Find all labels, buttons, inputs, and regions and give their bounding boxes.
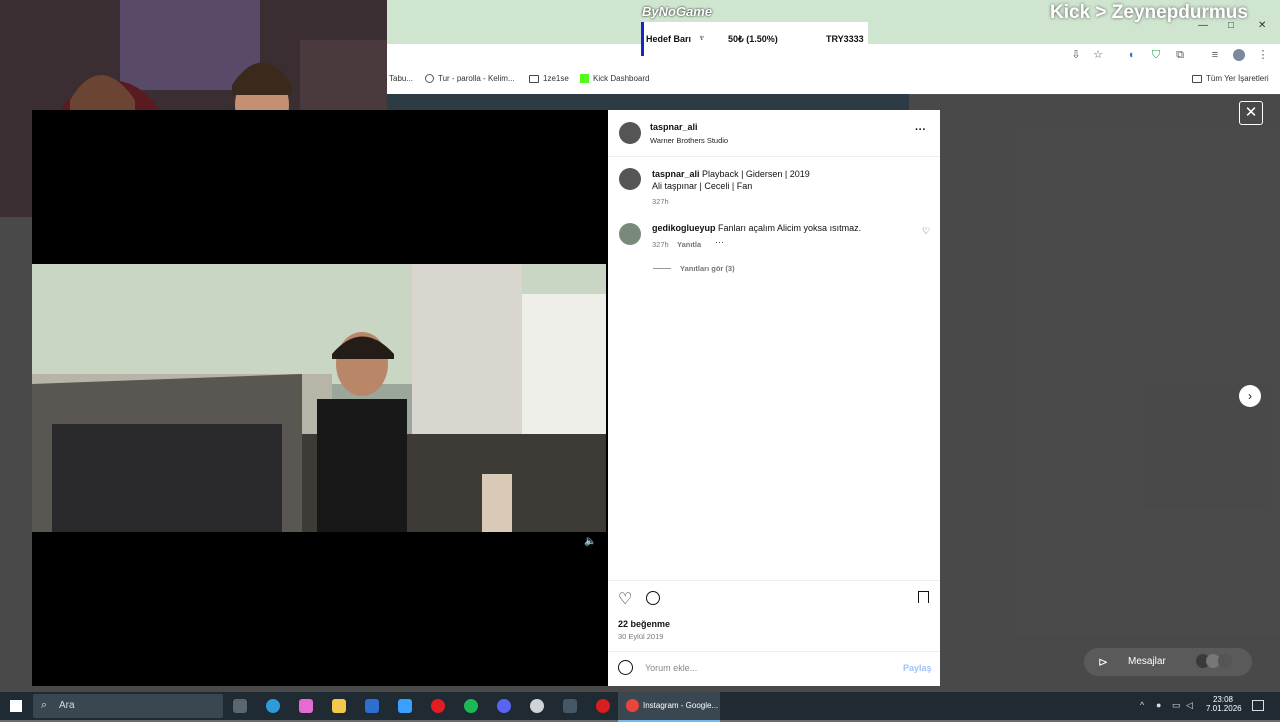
all-bookmarks[interactable]: Tüm Yer İşaretleri bbox=[1192, 74, 1269, 83]
obs-icon[interactable] bbox=[530, 699, 544, 713]
heart-icon[interactable]: ♡ bbox=[922, 226, 930, 237]
send-icon: ⊳ bbox=[1098, 655, 1109, 669]
install-icon[interactable]: ⇩ bbox=[1070, 49, 1082, 61]
chevron-right-icon[interactable]: › bbox=[1239, 385, 1261, 407]
shield-icon[interactable]: ⛉ bbox=[1150, 49, 1162, 61]
search-placeholder: Ara bbox=[59, 700, 75, 711]
close-icon[interactable]: ✕ bbox=[1239, 101, 1263, 125]
divider bbox=[608, 580, 940, 581]
post-details-panel: taspnar_ali Warner Brothers Studio ··· t… bbox=[608, 110, 940, 686]
goal-icon: ♆ bbox=[698, 33, 706, 44]
emoji-icon[interactable] bbox=[618, 660, 633, 675]
volume-icon[interactable]: 🔈 bbox=[584, 536, 596, 547]
taskbar-active-app[interactable]: Instagram - Google... bbox=[618, 692, 720, 722]
avatar bbox=[1218, 654, 1232, 668]
app-icon[interactable] bbox=[563, 699, 577, 713]
post-video[interactable]: ◀) bbox=[32, 264, 606, 532]
folder-icon bbox=[1192, 75, 1202, 83]
windows-start-icon[interactable] bbox=[10, 700, 22, 712]
post-date: 30 Eylül 2019 bbox=[618, 632, 664, 641]
kick-icon bbox=[580, 74, 589, 83]
tray-chevron-icon[interactable]: ^ bbox=[1140, 700, 1144, 710]
folder-icon bbox=[529, 75, 539, 83]
menu-dots-icon[interactable]: ⋮ bbox=[1257, 49, 1269, 61]
divider bbox=[608, 156, 940, 157]
store-icon[interactable] bbox=[398, 699, 412, 713]
media-icon[interactable]: ≡ bbox=[1209, 49, 1221, 61]
bynogame-logo: ByNoGame bbox=[642, 4, 713, 19]
outlook-icon[interactable] bbox=[365, 699, 379, 713]
discord-icon[interactable] bbox=[497, 699, 511, 713]
search-box[interactable]: ⌕ Ara bbox=[33, 694, 223, 718]
comment-input[interactable]: Yorum ekle... bbox=[645, 663, 697, 673]
globe-icon bbox=[425, 74, 434, 83]
file-explorer-icon[interactable] bbox=[332, 699, 346, 713]
caption-line1: Playback | Gidersen | 2019 bbox=[702, 169, 810, 179]
volume-tray-icon[interactable]: ◁ bbox=[1186, 700, 1193, 711]
goal-target: TRY3333 bbox=[826, 34, 864, 44]
puzzle-icon[interactable]: ⧉ bbox=[1174, 49, 1186, 61]
more-options-icon[interactable]: ··· bbox=[915, 124, 926, 136]
extension-sound-icon[interactable]: ◖ bbox=[1125, 49, 1137, 61]
likes-count[interactable]: 22 beğenme bbox=[618, 619, 670, 629]
clock-time: 23:08 bbox=[1212, 695, 1234, 704]
post-location[interactable]: Warner Brothers Studio bbox=[650, 136, 728, 145]
active-app-label: Instagram - Google... bbox=[643, 701, 719, 710]
microphone-icon[interactable]: ● bbox=[1156, 700, 1161, 710]
avatar[interactable] bbox=[619, 122, 641, 144]
like-heart-icon[interactable]: ♡ bbox=[618, 589, 632, 609]
bookmarks-bar: Tabu... Tur - parolla - Kelim... 1ze1se … bbox=[387, 68, 1280, 95]
view-replies-button[interactable]: Yanıtları gör (3) bbox=[680, 264, 735, 273]
chrome-icon bbox=[626, 699, 639, 712]
post-username[interactable]: taspnar_ali bbox=[650, 122, 698, 132]
comment: gedikoglueyup Fanları açalım Alicim yoks… bbox=[652, 223, 892, 233]
comment-text: Fanları açalım Alicim yoksa ısıtmaz. bbox=[718, 223, 862, 233]
close-window-icon[interactable]: ✕ bbox=[1258, 20, 1266, 31]
video-frame bbox=[32, 264, 606, 532]
bookmark-kick-dashboard[interactable]: Kick Dashboard bbox=[580, 74, 649, 83]
clock-date: 7.01.2026 bbox=[1206, 704, 1242, 713]
record-icon[interactable] bbox=[596, 699, 610, 713]
copilot-icon[interactable] bbox=[299, 699, 313, 713]
profile-avatar[interactable] bbox=[1233, 49, 1245, 61]
comment-bubble-icon[interactable] bbox=[646, 591, 660, 605]
notification-icon[interactable] bbox=[1252, 700, 1264, 711]
messages-label: Mesajlar bbox=[1128, 656, 1166, 667]
bookmark-icon[interactable] bbox=[918, 591, 929, 603]
messages-button[interactable]: ⊳ Mesajlar bbox=[1084, 648, 1252, 676]
clock[interactable]: 23:08 7.01.2026 bbox=[1206, 695, 1242, 713]
goal-bar: Hedef Barı ♆ 50₺ (1.50%) TRY3333 bbox=[641, 22, 868, 56]
search-icon: ⌕ bbox=[41, 699, 48, 711]
caption-time: 327h bbox=[652, 197, 669, 206]
bookmark-1ze1se[interactable]: 1ze1se bbox=[529, 74, 569, 83]
avatar[interactable] bbox=[619, 223, 641, 245]
divider bbox=[608, 651, 940, 652]
opera-icon[interactable] bbox=[431, 699, 445, 713]
edge-icon[interactable] bbox=[266, 699, 280, 713]
comment-options-icon[interactable]: ··· bbox=[715, 237, 724, 247]
star-icon[interactable]: ☆ bbox=[1092, 49, 1104, 61]
reply-button[interactable]: Yanıtla bbox=[677, 240, 701, 249]
bookmark-tur-parolla[interactable]: Tur - parolla - Kelim... bbox=[425, 74, 515, 83]
comment-time: 327h bbox=[652, 240, 669, 249]
goal-label: Hedef Barı bbox=[646, 34, 692, 44]
profile-grid-strip bbox=[387, 94, 909, 110]
caption-username[interactable]: taspnar_ali bbox=[652, 169, 700, 179]
share-button[interactable]: Paylaş bbox=[903, 663, 932, 673]
spotify-icon[interactable] bbox=[464, 699, 478, 713]
caption-line2: Ali taşpınar | Ceceli | Fan bbox=[652, 181, 753, 191]
caption: taspnar_ali Playback | Gidersen | 2019 bbox=[652, 169, 810, 179]
taskbar: ⌕ Ara Instagram - Google... ^ ● ▭ ◁ 23:0… bbox=[0, 692, 1280, 722]
goal-amount: 50₺ (1.50%) bbox=[728, 34, 778, 44]
bookmark-tabu[interactable]: Tabu... bbox=[389, 74, 413, 83]
comment-username[interactable]: gedikoglueyup bbox=[652, 223, 716, 233]
kick-channel-label: Kick > Zeynepdurmus bbox=[1050, 2, 1248, 23]
divider bbox=[653, 268, 671, 269]
network-icon[interactable]: ▭ bbox=[1172, 700, 1181, 711]
task-view-icon[interactable] bbox=[233, 699, 247, 713]
avatar[interactable] bbox=[619, 168, 641, 190]
